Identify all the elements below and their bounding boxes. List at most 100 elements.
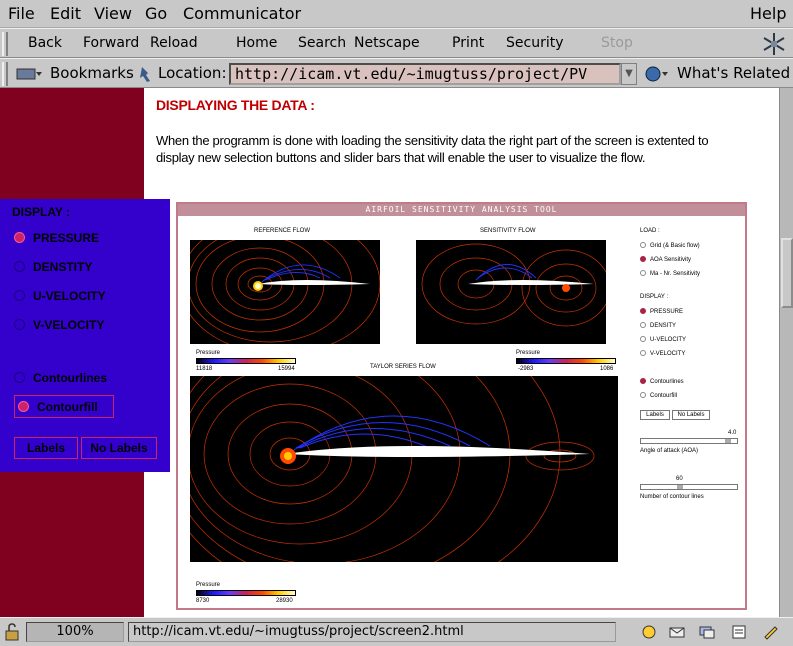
netscape-logo-icon <box>763 33 785 55</box>
location-grip[interactable] <box>2 62 8 86</box>
tool-contourlines: Contourlines <box>640 378 684 385</box>
menu-edit[interactable]: Edit <box>50 4 81 23</box>
sensitivity-flow-label: SENSITIVITY FLOW <box>480 228 536 234</box>
forward-button[interactable]: Forward <box>83 35 139 51</box>
tool-display-pressure: PRESSURE <box>640 308 683 315</box>
print-button[interactable]: Print <box>452 35 484 51</box>
menu-view[interactable]: View <box>94 4 132 23</box>
tool-load-aoa: AOA Sensitivity <box>640 256 691 263</box>
menu-go[interactable]: Go <box>145 4 167 23</box>
taylor-colorbar <box>196 590 296 596</box>
reload-button[interactable]: Reload <box>150 35 198 51</box>
panel-option-contourlines: Contourlines <box>14 371 107 385</box>
radio-icon <box>640 322 646 328</box>
tool-load-grid: Grid (& Basic flow) <box>640 242 700 249</box>
home-button[interactable]: Home <box>236 35 277 51</box>
bookmarks-button[interactable]: Bookmarks <box>50 64 134 82</box>
tool-aoa-slider <box>640 438 738 444</box>
tool-display-title: DISPLAY : <box>640 294 669 300</box>
location-label: Location: <box>158 64 227 82</box>
taylor-max: 28930 <box>276 598 293 604</box>
menu-bar: File Edit View Go Communicator Help <box>0 0 793 28</box>
ref-pressure-label: Pressure <box>196 350 221 356</box>
taylor-min: 8730 <box>196 598 210 604</box>
tool-labels-button: Labels <box>640 410 670 420</box>
tool-contour-slider <box>640 484 738 490</box>
security-button[interactable]: Security <box>506 35 564 51</box>
panel-option-pressure: PRESSURE <box>14 231 99 245</box>
sens-pressure-label: Pressure <box>516 350 541 356</box>
tool-contourfill: Contourfill <box>640 392 677 399</box>
netscape-button[interactable]: Netscape <box>354 35 420 51</box>
component-bar-edit-icon[interactable] <box>762 624 780 640</box>
unlocked-padlock-icon[interactable] <box>4 623 20 641</box>
tool-no-labels-button: No Labels <box>672 410 710 420</box>
tool-contour-value: 60 <box>676 476 683 482</box>
location-hand-icon <box>140 67 150 82</box>
tool-aoa-label: Angle of attack (AOA) <box>640 448 699 454</box>
tool-display-u: U-VELOCITY <box>640 336 686 343</box>
tool-display-v: V-VELOCITY <box>640 350 685 357</box>
panel-option-v-velocity: V-VELOCITY <box>14 318 104 332</box>
taylor-flow-label: TAYLOR SERIES FLOW <box>370 364 436 370</box>
radio-icon <box>14 372 25 383</box>
status-text: http://icam.vt.edu/~imugtuss/project/scr… <box>128 622 616 642</box>
ref-max: 15994 <box>278 366 295 372</box>
page-content: DISPLAYING THE DATA : When the programm … <box>0 88 779 617</box>
menu-help[interactable]: Help <box>750 4 786 23</box>
vertical-scrollbar[interactable] <box>779 88 793 617</box>
slider-thumb <box>677 485 683 489</box>
panel-option-density: DENSTITY <box>14 260 92 274</box>
radio-selected-icon <box>640 256 646 262</box>
panel-no-labels-button: No Labels <box>81 437 157 459</box>
panel-option-u-velocity: U-VELOCITY <box>14 289 106 303</box>
tool-title: AIRFOIL SENSITIVITY ANALYSIS TOOL <box>178 204 745 216</box>
radio-selected-icon <box>640 378 646 384</box>
back-button[interactable]: Back <box>28 35 62 51</box>
reference-flow-plot <box>190 240 380 344</box>
tool-contour-label: Number of contour lines <box>640 494 704 500</box>
radio-icon <box>640 350 646 356</box>
airfoil-tool-image: AIRFOIL SENSITIVITY ANALYSIS TOOL REFERE… <box>176 202 747 610</box>
component-bar-mail-icon[interactable] <box>668 624 686 640</box>
scrollbar-thumb[interactable] <box>781 238 793 308</box>
sens-min: -2983 <box>518 366 534 372</box>
stop-button[interactable]: Stop <box>601 35 633 51</box>
panel-title: DISPLAY : <box>12 205 71 219</box>
radio-icon <box>14 290 25 301</box>
component-bar-composer-icon[interactable] <box>730 624 748 640</box>
component-bar-navigator-icon[interactable] <box>640 624 658 640</box>
ref-colorbar <box>196 358 296 364</box>
search-button[interactable]: Search <box>298 35 346 51</box>
taylor-series-flow-plot <box>190 376 618 562</box>
url-dropdown-icon[interactable]: ▼ <box>621 63 637 85</box>
bookmark-icon <box>16 68 42 80</box>
radio-icon <box>14 319 25 330</box>
radio-icon <box>640 270 646 276</box>
sens-colorbar <box>516 358 616 364</box>
taylor-pressure-label: Pressure <box>196 582 221 588</box>
ref-min: 11818 <box>196 366 213 372</box>
tool-load-ma: Ma - Nr. Sensitivity <box>640 270 700 277</box>
page-heading: DISPLAYING THE DATA : <box>156 97 315 113</box>
tool-load-title: LOAD : <box>640 228 660 234</box>
location-toolbar: Bookmarks Location: http://icam.vt.edu/~… <box>0 58 793 88</box>
menu-file[interactable]: File <box>8 4 35 23</box>
sens-max: 1086 <box>600 366 614 372</box>
menu-communicator[interactable]: Communicator <box>183 4 301 23</box>
radio-icon <box>14 261 25 272</box>
radio-icon <box>640 336 646 342</box>
whats-related-button[interactable]: What's Related <box>677 64 790 82</box>
toolbar-grip[interactable] <box>2 32 8 56</box>
navigation-toolbar: Back Forward Reload Home Search Netscape… <box>0 28 793 58</box>
url-field[interactable]: http://icam.vt.edu/~imugtuss/project/PV <box>229 63 621 85</box>
radio-selected-icon <box>14 232 25 243</box>
panel-option-contourfill: Contourfill <box>18 400 98 414</box>
slider-thumb <box>725 439 731 443</box>
reference-flow-label: REFERENCE FLOW <box>254 228 311 234</box>
component-bar-discussions-icon[interactable] <box>698 624 716 640</box>
progress-percent: 100% <box>26 622 124 642</box>
intro-paragraph: When the programm is done with loading t… <box>156 133 709 165</box>
browser-window: File Edit View Go Communicator Help Back… <box>0 0 793 646</box>
sensitivity-flow-plot <box>416 240 606 344</box>
